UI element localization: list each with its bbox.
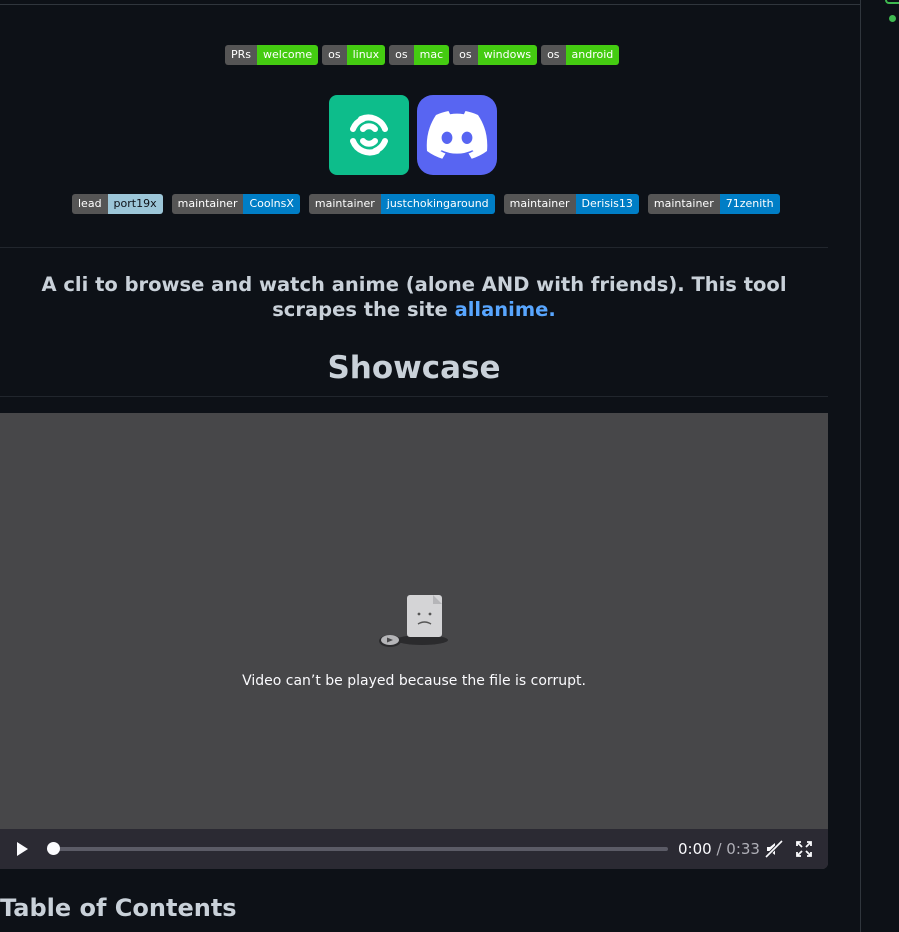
badge-value: welcome — [257, 45, 319, 65]
video-controls: 0:00 / 0:33 — [0, 829, 828, 869]
current-time: 0:00 — [678, 840, 712, 858]
time-separator: / — [711, 840, 727, 858]
badge-key: os — [453, 45, 478, 65]
maintainer-badge[interactable]: maintainer CoolnsX — [171, 194, 300, 214]
badge-value: port19x — [107, 194, 163, 214]
badge-value: Derisis13 — [575, 194, 639, 214]
top-divider — [0, 4, 860, 5]
play-icon[interactable] — [12, 839, 32, 859]
duration: 0:33 — [726, 840, 760, 858]
os-mac-badge[interactable]: os mac — [389, 45, 450, 65]
badge-key: maintainer — [647, 194, 720, 214]
os-badges: PRs welcome os linux os mac os windows o… — [225, 45, 620, 65]
badge-value: windows — [477, 45, 538, 65]
os-linux-badge[interactable]: os linux — [322, 45, 386, 65]
badge-key: lead — [72, 194, 108, 214]
seek-handle[interactable] — [47, 842, 60, 855]
lead-badge[interactable]: lead port19x — [72, 194, 163, 214]
maintainer-badge[interactable]: maintainer 71zenith — [647, 194, 780, 214]
broken-video-icon — [379, 595, 448, 647]
badge-value: 71zenith — [719, 194, 780, 214]
maintainer-badge[interactable]: maintainer Derisis13 — [503, 194, 639, 214]
project-description: A cli to browse and watch anime (alone A… — [0, 272, 828, 322]
badge-key: os — [541, 45, 566, 65]
maintainer-badge[interactable]: maintainer justchokingaround — [308, 194, 495, 214]
seek-bar[interactable] — [52, 847, 668, 851]
toc-heading: Table of Contents — [0, 894, 237, 922]
video-error-message: Video can’t be played because the file i… — [242, 673, 586, 689]
badge-key: os — [389, 45, 414, 65]
badge-key: maintainer — [503, 194, 576, 214]
status-indicator — [885, 0, 899, 4]
badge-value: linux — [346, 45, 386, 65]
fullscreen-icon[interactable] — [794, 839, 814, 859]
allanime-link[interactable]: allanime. — [455, 298, 556, 321]
prs-welcome-badge[interactable]: PRs welcome — [225, 45, 319, 65]
badge-key: maintainer — [308, 194, 381, 214]
element-link[interactable] — [329, 95, 409, 175]
badge-key: PRs — [225, 45, 258, 65]
element-icon — [350, 114, 388, 156]
badge-value: android — [565, 45, 620, 65]
section-divider — [0, 247, 828, 248]
time-display: 0:00 / 0:33 — [678, 839, 760, 859]
heading-underline — [0, 396, 828, 397]
badge-value: CoolnsX — [243, 194, 300, 214]
status-dot — [889, 15, 896, 22]
badge-key: maintainer — [171, 194, 244, 214]
discord-icon — [426, 111, 488, 159]
right-sidebar — [861, 0, 899, 932]
showcase-heading: Showcase — [327, 350, 501, 386]
muted-icon[interactable] — [764, 839, 784, 859]
os-android-badge[interactable]: os android — [541, 45, 620, 65]
os-windows-badge[interactable]: os windows — [453, 45, 538, 65]
badge-value: justchokingaround — [380, 194, 495, 214]
discord-link[interactable] — [417, 95, 497, 175]
badge-key: os — [322, 45, 347, 65]
badge-value: mac — [413, 45, 450, 65]
maintainer-badges: lead port19x maintainer CoolnsX maintain… — [72, 194, 780, 214]
description-text: A cli to browse and watch anime (alone A… — [41, 273, 787, 321]
